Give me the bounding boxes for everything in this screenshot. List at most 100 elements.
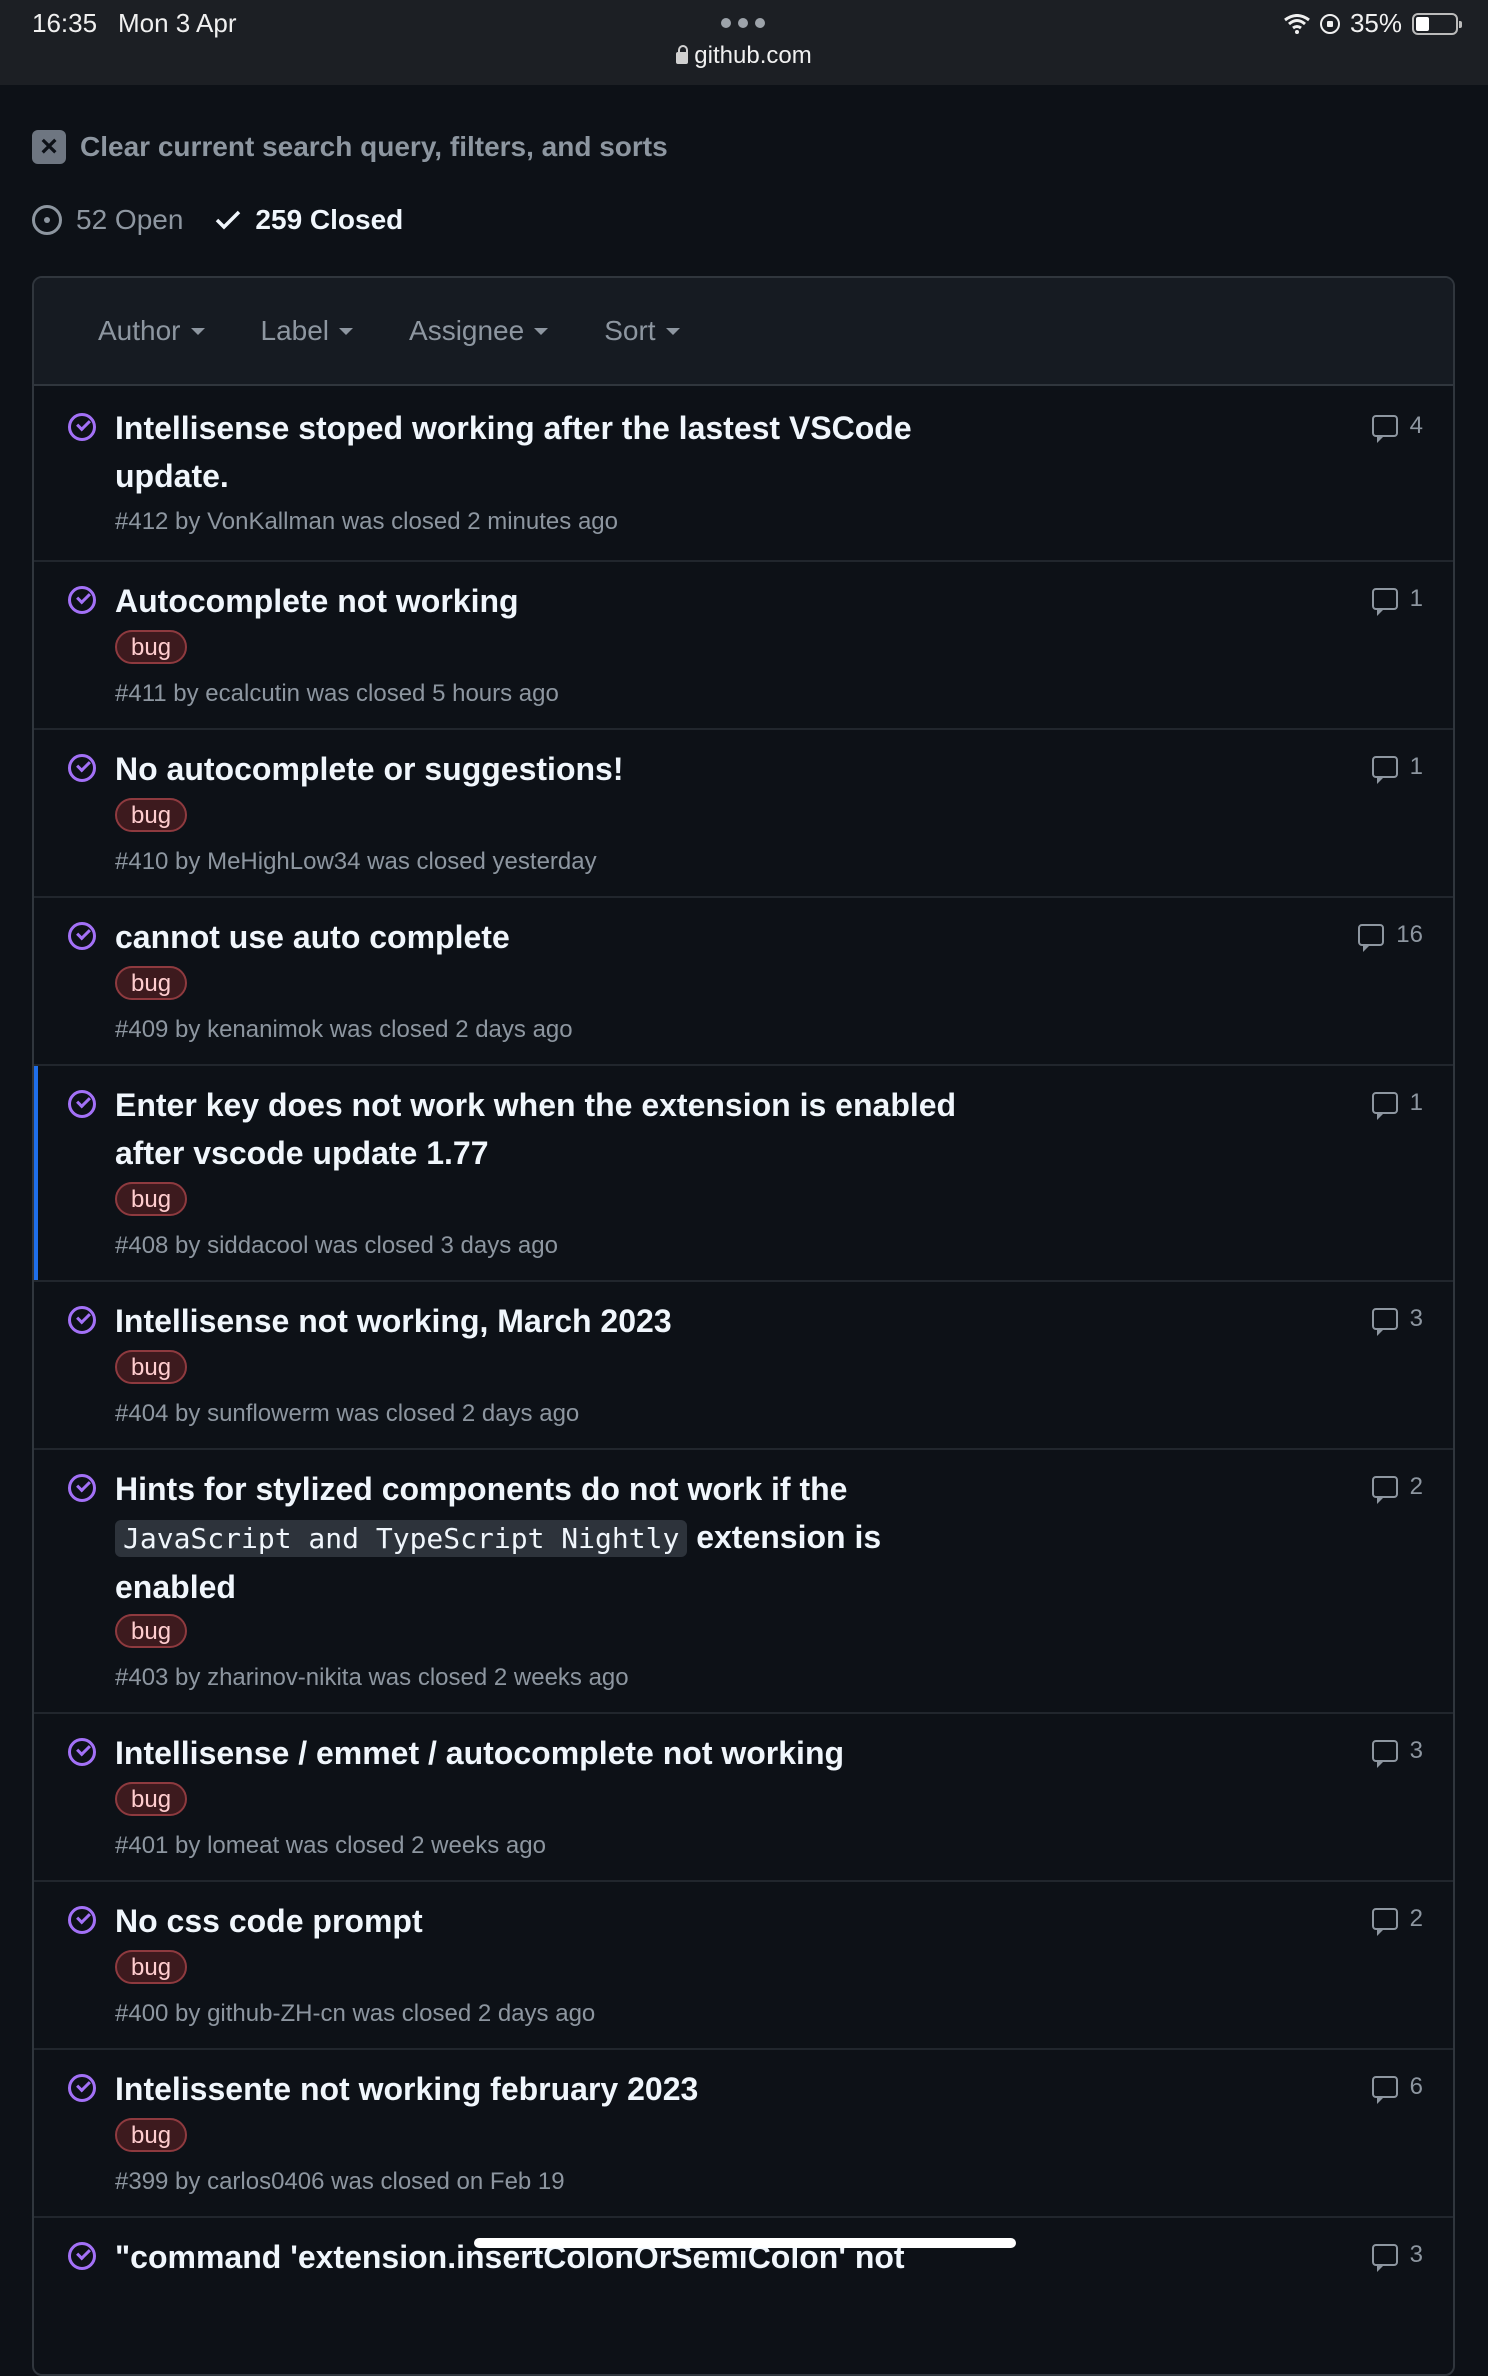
bug-label[interactable]: bug [115,1614,188,1648]
comment-count[interactable]: 1 [1371,753,1423,784]
comment-icon [1371,1740,1398,1768]
open-issues-tab[interactable]: 52 Open [32,204,183,236]
comment-number: 1 [1409,753,1423,780]
comment-number: 16 [1396,921,1423,948]
bug-label[interactable]: bug [115,966,188,1000]
chevron-down-icon [339,327,354,335]
comment-icon [1371,2244,1398,2272]
comment-count[interactable]: 1 [1371,585,1423,616]
assignee-filter-label: Assignee [409,315,525,346]
issue-meta: #401 by lomeat was closed 2 weeks ago [115,1832,546,1859]
issue-open-icon [32,205,62,235]
home-indicator[interactable] [474,2238,1016,2248]
comment-icon [1371,1908,1398,1936]
filter-bar: Author Label Assignee Sort [34,278,1453,386]
comment-icon [1371,415,1398,443]
issue-title-text: Hints for stylized components do not wor… [115,1471,848,1507]
issue-closed-icon [68,754,96,782]
bug-label[interactable]: bug [115,1182,188,1216]
issue-closed-icon [68,1474,96,1502]
sort-filter[interactable]: Sort [604,315,680,347]
comment-count[interactable]: 3 [1371,1305,1423,1336]
bug-label[interactable]: bug [115,2118,188,2152]
issue-title[interactable]: cannot use auto complete [115,913,995,961]
issue-row[interactable]: Intelissente not working february 2023 b… [34,2050,1453,2218]
issue-row[interactable]: Intellisense / emmet / autocomplete not … [34,1714,1453,1882]
state-toggle: 52 Open 259 Closed [32,204,403,236]
open-count: 52 Open [76,204,184,235]
bug-label[interactable]: bug [115,1950,188,1984]
issue-meta: #399 by carlos0406 was closed on Feb 19 [115,2168,565,2195]
issue-row[interactable]: Autocomplete not working bug #411 by eca… [34,562,1453,730]
issues-list: Author Label Assignee Sort Intellisense … [32,276,1455,2376]
closed-issues-tab[interactable]: 259 Closed [215,204,403,236]
author-filter[interactable]: Author [98,315,205,347]
issue-title[interactable]: Intellisense not working, March 2023 [115,1297,995,1345]
issue-row[interactable]: Intellisense not working, March 2023 bug… [34,1282,1453,1450]
issue-title[interactable]: No css code prompt [115,1897,995,1945]
comment-number: 2 [1409,1473,1423,1500]
issue-row[interactable]: Intellisense stoped working after the la… [34,386,1453,562]
issue-closed-icon [68,1090,96,1118]
more-dots-icon[interactable] [721,18,765,28]
comment-count[interactable]: 2 [1371,1473,1423,1504]
author-filter-label: Author [98,315,181,346]
issue-title[interactable]: Autocomplete not working [115,577,995,625]
issue-meta: #411 by ecalcutin was closed 5 hours ago [115,680,559,707]
comment-icon [1371,1308,1398,1336]
comment-number: 3 [1409,1737,1423,1764]
issue-meta: #409 by kenanimok was closed 2 days ago [115,1016,573,1043]
issue-closed-icon [68,413,96,441]
comment-icon [1358,924,1385,952]
comment-number: 6 [1409,2073,1423,2100]
issue-row[interactable]: Hints for stylized components do not wor… [34,1450,1453,1714]
address-bar[interactable]: github.com [0,42,1488,70]
comment-number: 3 [1409,1305,1423,1332]
issue-title[interactable]: Intelissente not working february 2023 [115,2065,995,2113]
comment-count[interactable]: 16 [1358,921,1423,952]
issue-meta: #410 by MeHighLow34 was closed yesterday [115,848,597,875]
bug-label[interactable]: bug [115,1782,188,1816]
comment-count[interactable]: 3 [1371,2241,1423,2272]
issue-meta: #400 by github-ZH-cn was closed 2 days a… [115,2000,596,2027]
comment-count[interactable]: 1 [1371,1089,1423,1120]
issue-closed-icon [68,1738,96,1766]
comment-number: 1 [1409,585,1423,612]
bug-label[interactable]: bug [115,630,188,664]
issue-closed-icon [68,586,96,614]
bug-label[interactable]: bug [115,1350,188,1384]
issue-row[interactable]: cannot use auto complete bug #409 by ken… [34,898,1453,1066]
issue-title[interactable]: Hints for stylized components do not wor… [115,1465,995,1611]
battery-percent: 35% [1349,8,1402,38]
issue-row[interactable]: Enter key does not work when the extensi… [34,1066,1453,1282]
comment-icon [1371,1092,1398,1120]
issue-closed-icon [68,922,96,950]
clear-filters-link[interactable]: × Clear current search query, filters, a… [32,130,668,164]
issue-row[interactable]: No css code prompt bug #400 by github-ZH… [34,1882,1453,2050]
comment-number: 2 [1409,1905,1423,1932]
status-bar: 16:35 Mon 3 Apr github.com 35% [0,0,1488,85]
issue-title[interactable]: Intellisense / emmet / autocomplete not … [115,1729,995,1777]
comment-count[interactable]: 2 [1371,1905,1423,1936]
closed-count: 259 Closed [255,204,404,235]
issue-closed-icon [68,2074,96,2102]
bug-label[interactable]: bug [115,798,188,832]
issue-row[interactable]: No autocomplete or suggestions! bug #410… [34,730,1453,898]
comment-number: 4 [1409,412,1423,439]
issue-closed-icon [68,1906,96,1934]
comment-count[interactable]: 3 [1371,1737,1423,1768]
issue-meta: #403 by zharinov-nikita was closed 2 wee… [115,1664,629,1691]
issue-title[interactable]: Intellisense stoped working after the la… [115,404,995,500]
label-filter[interactable]: Label [261,315,354,347]
chevron-down-icon [190,327,205,335]
comment-count[interactable]: 4 [1371,412,1423,443]
comment-icon [1371,588,1398,616]
battery-icon [1412,12,1462,35]
comment-icon [1371,1476,1398,1504]
assignee-filter[interactable]: Assignee [409,315,549,347]
issue-title[interactable]: Enter key does not work when the extensi… [115,1081,995,1177]
comment-count[interactable]: 6 [1371,2073,1423,2104]
status-indicators: 35% [1284,8,1462,39]
issue-title[interactable]: No autocomplete or suggestions! [115,745,995,793]
rotation-lock-icon [1319,13,1340,34]
